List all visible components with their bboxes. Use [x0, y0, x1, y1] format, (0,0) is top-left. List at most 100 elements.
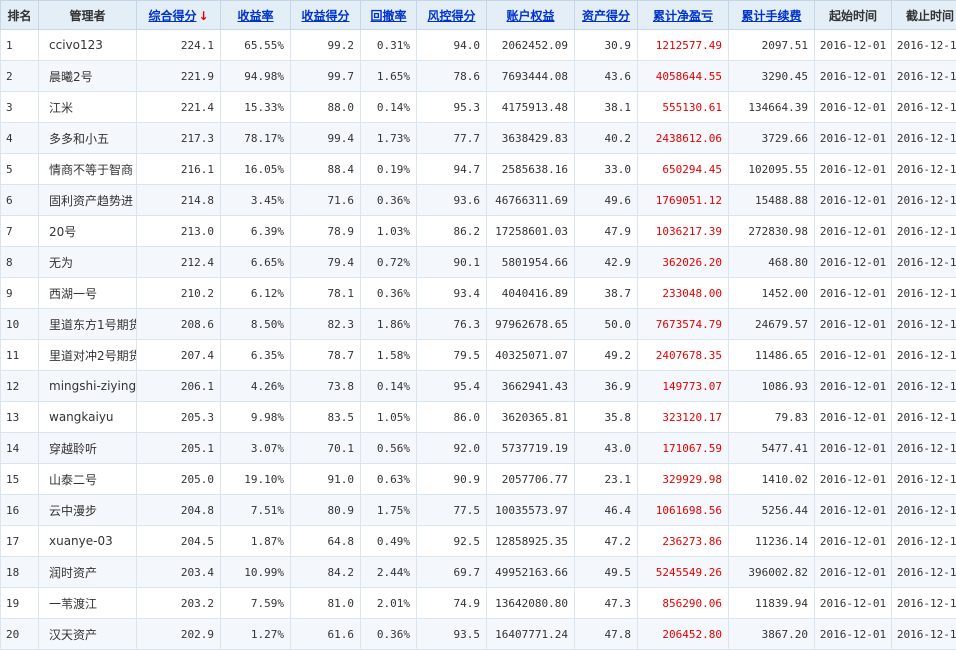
cell-risk-score: 69.7 — [417, 557, 487, 588]
cell-equity: 13642080.80 — [487, 588, 575, 619]
cell-risk-score: 93.6 — [417, 185, 487, 216]
header-score-label[interactable]: 综合得分 — [148, 9, 196, 23]
table-row: 720号213.06.39%78.91.03%86.217258601.0347… — [1, 216, 956, 247]
table-row: 6固利资产趋势进214.83.45%71.60.36%93.646766311.… — [1, 185, 956, 216]
header-risk-score[interactable]: 风控得分 — [417, 1, 487, 30]
cell-return-score: 81.0 — [291, 588, 361, 619]
cell-end-time: 2016-12-13 — [892, 123, 956, 154]
cell-return-rate: 16.05% — [221, 154, 291, 185]
cell-manager: 无为 — [39, 247, 137, 278]
cell-fees: 2097.51 — [729, 30, 815, 61]
cell-drawdown: 1.58% — [361, 340, 417, 371]
cell-return-score: 99.7 — [291, 61, 361, 92]
cell-fees: 396002.82 — [729, 557, 815, 588]
cell-risk-score: 74.9 — [417, 588, 487, 619]
cell-equity: 5737719.19 — [487, 433, 575, 464]
cell-manager: 润时资产 — [39, 557, 137, 588]
cell-return-score: 64.8 — [291, 526, 361, 557]
cell-return-rate: 3.07% — [221, 433, 291, 464]
cell-start-time: 2016-12-01 — [815, 495, 892, 526]
header-equity[interactable]: 账户权益 — [487, 1, 575, 30]
cell-drawdown: 0.49% — [361, 526, 417, 557]
header-score[interactable]: 综合得分↓ — [137, 1, 221, 30]
cell-score: 204.5 — [137, 526, 221, 557]
cell-start-time: 2016-12-01 — [815, 588, 892, 619]
cell-rank: 8 — [1, 247, 39, 278]
cell-drawdown: 0.36% — [361, 185, 417, 216]
cell-risk-score: 79.5 — [417, 340, 487, 371]
table-row: 5情商不等于智商216.116.05%88.40.19%94.72585638.… — [1, 154, 956, 185]
cell-start-time: 2016-12-01 — [815, 247, 892, 278]
cell-score: 208.6 — [137, 309, 221, 340]
table-row: 17xuanye-03204.51.87%64.80.49%92.5128589… — [1, 526, 956, 557]
header-net-profit[interactable]: 累计净盈亏 — [638, 1, 729, 30]
cell-score: 214.8 — [137, 185, 221, 216]
cell-equity: 17258601.03 — [487, 216, 575, 247]
cell-asset-score: 38.1 — [575, 92, 638, 123]
cell-score: 221.9 — [137, 61, 221, 92]
cell-risk-score: 94.0 — [417, 30, 487, 61]
cell-score: 206.1 — [137, 371, 221, 402]
cell-manager: 情商不等于智商 — [39, 154, 137, 185]
cell-return-score: 70.1 — [291, 433, 361, 464]
table-row: 9西湖一号210.26.12%78.10.36%93.44040416.8938… — [1, 278, 956, 309]
cell-score: 216.1 — [137, 154, 221, 185]
cell-asset-score: 40.2 — [575, 123, 638, 154]
cell-start-time: 2016-12-01 — [815, 61, 892, 92]
cell-manager: 固利资产趋势进 — [39, 185, 137, 216]
header-fees[interactable]: 累计手续费 — [729, 1, 815, 30]
cell-equity: 3638429.83 — [487, 123, 575, 154]
cell-score: 212.4 — [137, 247, 221, 278]
cell-net-profit: 2438612.06 — [638, 123, 729, 154]
header-return-rate[interactable]: 收益率 — [221, 1, 291, 30]
cell-end-time: 2016-12-13 — [892, 309, 956, 340]
cell-asset-score: 47.2 — [575, 526, 638, 557]
cell-drawdown: 1.73% — [361, 123, 417, 154]
cell-return-score: 99.2 — [291, 30, 361, 61]
cell-net-profit: 555130.61 — [638, 92, 729, 123]
cell-net-profit: 650294.45 — [638, 154, 729, 185]
cell-asset-score: 23.1 — [575, 464, 638, 495]
table-row: 3江米221.415.33%88.00.14%95.34175913.4838.… — [1, 92, 956, 123]
cell-drawdown: 0.19% — [361, 154, 417, 185]
cell-return-score: 61.6 — [291, 619, 361, 650]
cell-return-score: 78.9 — [291, 216, 361, 247]
table-row: 10里道东方1号期货208.68.50%82.31.86%76.39796267… — [1, 309, 956, 340]
cell-risk-score: 76.3 — [417, 309, 487, 340]
cell-score: 204.8 — [137, 495, 221, 526]
table-body: 1ccivo123224.165.55%99.20.31%94.02062452… — [1, 30, 956, 650]
cell-drawdown: 1.75% — [361, 495, 417, 526]
header-return-score[interactable]: 收益得分 — [291, 1, 361, 30]
cell-rank: 1 — [1, 30, 39, 61]
cell-return-rate: 7.51% — [221, 495, 291, 526]
cell-fees: 3290.45 — [729, 61, 815, 92]
cell-rank: 3 — [1, 92, 39, 123]
cell-score: 203.4 — [137, 557, 221, 588]
cell-equity: 49952163.66 — [487, 557, 575, 588]
cell-asset-score: 47.9 — [575, 216, 638, 247]
cell-fees: 1452.00 — [729, 278, 815, 309]
cell-drawdown: 0.72% — [361, 247, 417, 278]
cell-net-profit: 4058644.55 — [638, 61, 729, 92]
cell-return-rate: 8.50% — [221, 309, 291, 340]
cell-score: 205.1 — [137, 433, 221, 464]
cell-score: 217.3 — [137, 123, 221, 154]
cell-rank: 13 — [1, 402, 39, 433]
table-row: 20汉天资产202.91.27%61.60.36%93.516407771.24… — [1, 619, 956, 650]
cell-end-time: 2016-12-13 — [892, 433, 956, 464]
cell-risk-score: 77.7 — [417, 123, 487, 154]
cell-return-rate: 19.10% — [221, 464, 291, 495]
cell-return-score: 82.3 — [291, 309, 361, 340]
cell-return-score: 84.2 — [291, 557, 361, 588]
header-end-time: 截止时间 — [892, 1, 956, 30]
cell-manager: ccivo123 — [39, 30, 137, 61]
header-asset-score[interactable]: 资产得分 — [575, 1, 638, 30]
table-row: 2晨曦2号221.994.98%99.71.65%78.67693444.084… — [1, 61, 956, 92]
cell-fees: 1410.02 — [729, 464, 815, 495]
cell-net-profit: 362026.20 — [638, 247, 729, 278]
cell-return-rate: 6.12% — [221, 278, 291, 309]
cell-asset-score: 33.0 — [575, 154, 638, 185]
cell-manager: wangkaiyu — [39, 402, 137, 433]
cell-fees: 11236.14 — [729, 526, 815, 557]
header-drawdown[interactable]: 回撤率 — [361, 1, 417, 30]
